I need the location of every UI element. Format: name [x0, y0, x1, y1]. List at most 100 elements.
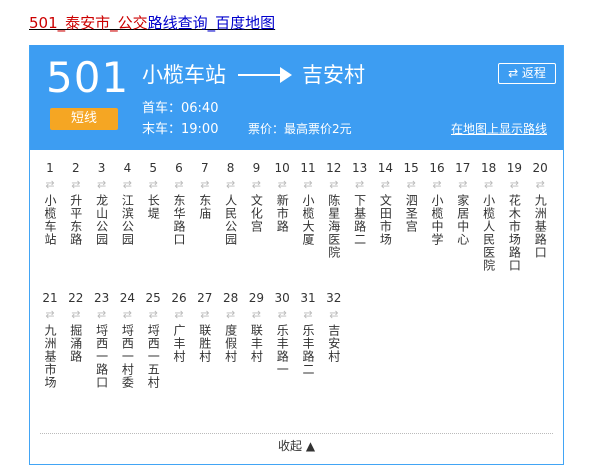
- stop-item[interactable]: 32 ⇄ 吉安村: [324, 290, 344, 363]
- swap-icon: ⇄: [96, 178, 107, 191]
- stop-name[interactable]: 人民公园: [224, 194, 238, 246]
- swap-icon: ⇄: [45, 308, 55, 321]
- stop-item[interactable]: 20 ⇄ 九洲基路口: [530, 160, 550, 259]
- stop-item[interactable]: 30 ⇄ 乐丰路一: [272, 290, 292, 376]
- return-route-button[interactable]: ⇄ 返程: [498, 63, 556, 84]
- stop-item[interactable]: 19 ⇄ 花木市场路口: [504, 160, 524, 272]
- last-bus-time: 末车：19:00: [142, 122, 219, 137]
- stop-item[interactable]: 23 ⇄ 埒西一路口: [92, 290, 112, 389]
- swap-icon: ⇄: [406, 178, 416, 191]
- swap-icon: ⇄: [251, 178, 261, 191]
- stop-item[interactable]: 14 ⇄ 文田市场: [375, 160, 395, 246]
- swap-icon: ⇄: [174, 178, 184, 191]
- stop-name[interactable]: 升平东路: [69, 194, 83, 246]
- swap-icon: ⇄: [71, 178, 81, 191]
- page-title-part1[interactable]: 501_泰安市_公交: [29, 14, 148, 32]
- stop-name[interactable]: 度假村: [224, 324, 238, 363]
- swap-icon: ⇄: [225, 178, 236, 191]
- page-title-link[interactable]: 501_泰安市_公交路线查询_百度地图: [29, 12, 275, 33]
- swap-icon: ⇄: [200, 308, 210, 321]
- stop-item[interactable]: 10 ⇄ 新市路: [272, 160, 292, 233]
- route-title: 小榄车站 吉安村: [142, 60, 365, 90]
- stop-item[interactable]: 11 ⇄ 小榄大厦: [298, 160, 318, 246]
- swap-icon: ⇄: [200, 178, 210, 191]
- stop-item[interactable]: 17 ⇄ 家居中心: [453, 160, 473, 246]
- swap-icon: ⇄: [174, 308, 184, 321]
- stop-name[interactable]: 广丰村: [172, 324, 186, 363]
- swap-icon: ⇄: [303, 308, 313, 321]
- stop-item[interactable]: 15 ⇄ 泗圣宫: [401, 160, 421, 233]
- swap-icon: ⇄: [354, 178, 365, 191]
- stop-name[interactable]: 联丰村: [249, 324, 263, 363]
- swap-icon: ⇄: [458, 178, 468, 191]
- swap-icon: ⇄: [122, 178, 132, 191]
- stop-item[interactable]: 8 ⇄ 人民公园: [221, 160, 241, 246]
- stop-name[interactable]: 家居中心: [456, 194, 470, 246]
- stop-name[interactable]: 陈星海医院: [327, 194, 341, 259]
- stop-name[interactable]: 掘涌路: [69, 324, 83, 363]
- stop-name[interactable]: 联胜村: [198, 324, 212, 363]
- swap-icon: ⇄: [277, 308, 287, 321]
- stop-item[interactable]: 13 ⇄ 下基路二: [350, 160, 370, 246]
- stop-name[interactable]: 九洲基市场: [43, 324, 57, 389]
- first-bus-time: 首车：06:40: [142, 101, 219, 116]
- stop-item[interactable]: 16 ⇄ 小榄中学: [427, 160, 447, 246]
- stop-name[interactable]: 花木市场路口: [507, 194, 521, 272]
- stop-item[interactable]: 29 ⇄ 联丰村: [246, 290, 266, 363]
- stop-item[interactable]: 1 ⇄ 小榄车站: [40, 160, 60, 246]
- stop-item[interactable]: 2 ⇄ 升平东路: [66, 160, 86, 246]
- stop-name[interactable]: 乐丰路二: [301, 324, 315, 376]
- stop-name[interactable]: 文田市场: [378, 194, 392, 246]
- stop-name[interactable]: 小榄人民医院: [482, 194, 496, 272]
- line-number: 501: [46, 53, 130, 102]
- page-title-part2[interactable]: 路线查询_百度地图: [148, 14, 276, 32]
- bus-line-card: 501 短线 小榄车站 吉安村 ⇄ 返程 首车：06:40 末车：19:00 票…: [29, 45, 564, 465]
- stop-name[interactable]: 东华路口: [172, 194, 186, 246]
- stop-item[interactable]: 25 ⇄ 埒西一五村: [143, 290, 163, 389]
- stop-name[interactable]: 东庙: [198, 194, 212, 220]
- route-to: 吉安村: [302, 63, 365, 87]
- stop-name[interactable]: 埒西一路口: [95, 324, 109, 389]
- swap-icon: ⇄: [509, 178, 519, 191]
- swap-icon: ⇄: [122, 308, 132, 321]
- stop-item[interactable]: 7 ⇄ 东庙: [195, 160, 215, 220]
- swap-icon: ⇄: [380, 178, 390, 191]
- show-on-map-link[interactable]: 在地图上显示路线: [451, 119, 547, 140]
- route-from: 小榄车站: [142, 63, 226, 87]
- line-type-badge: 短线: [50, 108, 118, 130]
- swap-icon: ⇄: [277, 178, 287, 191]
- stop-name[interactable]: 九洲基路口: [533, 194, 547, 259]
- stop-item[interactable]: 27 ⇄ 联胜村: [195, 290, 215, 363]
- stop-name[interactable]: 乐丰路一: [275, 324, 289, 376]
- stop-name[interactable]: 埒西一村委: [120, 324, 134, 389]
- stop-item[interactable]: 26 ⇄ 广丰村: [169, 290, 189, 363]
- stop-name[interactable]: 吉安村: [327, 324, 341, 363]
- stop-name[interactable]: 小榄中学: [430, 194, 444, 246]
- stop-name[interactable]: 下基路二: [353, 194, 367, 246]
- stop-name[interactable]: 新市路: [275, 194, 289, 233]
- fare-info: 票价：最高票价2元: [248, 122, 352, 136]
- stop-item[interactable]: 21 ⇄ 九洲基市场: [40, 290, 60, 389]
- stop-item[interactable]: 3 ⇄ 龙山公园: [92, 160, 112, 246]
- stop-item[interactable]: 18 ⇄ 小榄人民医院: [479, 160, 499, 272]
- stop-item[interactable]: 12 ⇄ 陈星海医院: [324, 160, 344, 259]
- stop-name[interactable]: 文化宫: [249, 194, 263, 233]
- swap-icon: ⇄: [148, 178, 158, 191]
- stop-name[interactable]: 长堤: [146, 194, 160, 220]
- stop-name[interactable]: 小榄大厦: [301, 194, 315, 246]
- stop-name[interactable]: 埒西一五村: [146, 324, 160, 389]
- stop-item[interactable]: 6 ⇄ 东华路口: [169, 160, 189, 246]
- stop-item[interactable]: 9 ⇄ 文化宫: [246, 160, 266, 233]
- stop-name[interactable]: 江滨公园: [120, 194, 134, 246]
- stop-item[interactable]: 28 ⇄ 度假村: [221, 290, 241, 363]
- swap-icon: ⇄: [251, 308, 261, 321]
- stop-name[interactable]: 小榄车站: [43, 194, 57, 246]
- stop-item[interactable]: 31 ⇄ 乐丰路二: [298, 290, 318, 376]
- stop-item[interactable]: 4 ⇄ 江滨公园: [117, 160, 137, 246]
- stop-name[interactable]: 龙山公园: [95, 194, 109, 246]
- stop-item[interactable]: 24 ⇄ 埒西一村委: [117, 290, 137, 389]
- stop-item[interactable]: 5 ⇄ 长堤: [143, 160, 163, 220]
- stop-name[interactable]: 泗圣宫: [404, 194, 418, 233]
- stop-item[interactable]: 22 ⇄ 掘涌路: [66, 290, 86, 363]
- collapse-button[interactable]: 收起 ▲: [278, 437, 315, 454]
